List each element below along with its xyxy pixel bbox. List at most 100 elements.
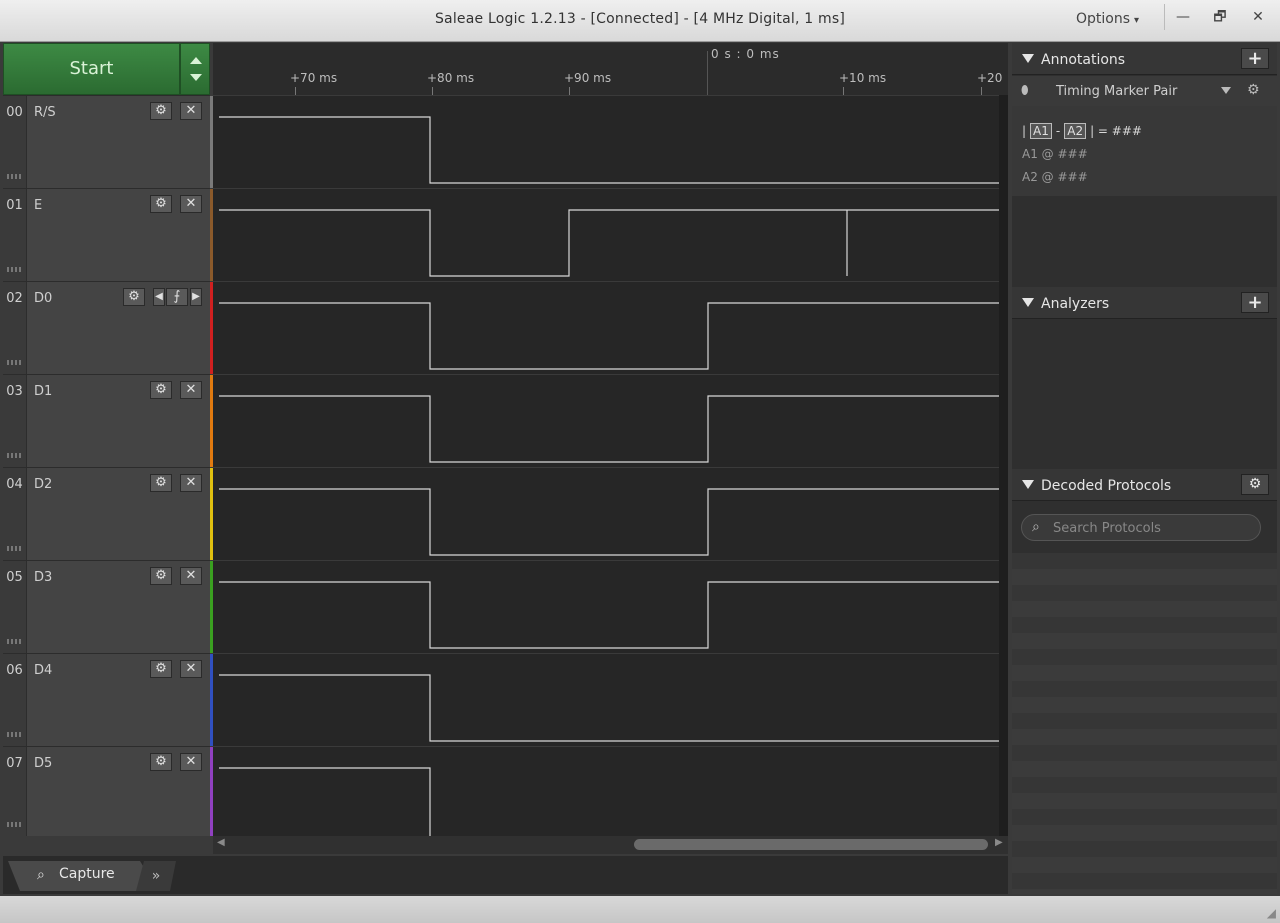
waveform-row[interactable] xyxy=(213,95,999,188)
channel-row[interactable]: 01 E ⚙ ✕ xyxy=(3,188,214,281)
channel-settings-button[interactable]: ⚙ xyxy=(150,474,172,492)
signal-trace xyxy=(219,116,999,184)
waveform-row[interactable] xyxy=(213,374,999,467)
channel-settings-button[interactable]: ⚙ xyxy=(150,102,172,120)
waveform-row[interactable] xyxy=(213,746,999,837)
add-annotation-button[interactable]: + xyxy=(1241,48,1269,69)
waveform-row[interactable] xyxy=(213,281,999,374)
waveform-row[interactable] xyxy=(213,560,999,653)
trigger-edge-button[interactable]: ⨍ xyxy=(166,288,188,306)
channel-name[interactable]: R/S xyxy=(34,105,56,120)
analyzers-header[interactable]: Analyzers + xyxy=(1012,287,1277,319)
channel-settings-button[interactable]: ⚙ xyxy=(123,288,145,306)
start-options-button[interactable] xyxy=(180,43,210,95)
channel-remove-button[interactable]: ✕ xyxy=(180,195,202,213)
start-button[interactable]: Start xyxy=(3,43,180,95)
scroll-left-icon[interactable]: ◀ xyxy=(217,837,225,848)
title-bar: Saleae Logic 1.2.13 - [Connected] - [4 M… xyxy=(0,0,1280,42)
channel-settings-button[interactable]: ⚙ xyxy=(150,753,172,771)
channel-row[interactable]: 06 D4 ⚙ ✕ xyxy=(3,653,214,746)
analyzers-title: Analyzers xyxy=(1041,296,1110,312)
a2-value: A2 @ ### xyxy=(1022,170,1088,184)
delta-line: | A1- A2 | = ### xyxy=(1022,123,1142,139)
channel-settings-button[interactable]: ⚙ xyxy=(150,381,172,399)
signal-trace xyxy=(219,674,999,742)
decoded-protocol-list[interactable] xyxy=(1012,553,1277,894)
channel-remove-button[interactable]: ✕ xyxy=(180,660,202,678)
a1-tag[interactable]: A1 xyxy=(1030,123,1052,139)
channel-row[interactable]: 05 D3 ⚙ ✕ xyxy=(3,560,214,653)
channel-remove-button[interactable]: ✕ xyxy=(180,474,202,492)
dropdown-icon[interactable] xyxy=(1221,87,1231,94)
prev-edge-button[interactable]: ◀ xyxy=(153,288,165,306)
resize-grip-icon[interactable]: ◢ xyxy=(1267,906,1276,920)
channel-remove-button[interactable]: ✕ xyxy=(180,381,202,399)
waveform-view[interactable]: 0 s : 0 ms +70 ms +80 ms +90 ms +10 ms +… xyxy=(213,43,1008,837)
waveform-row[interactable] xyxy=(213,653,999,746)
drag-handle-icon[interactable] xyxy=(7,267,21,272)
time-ruler[interactable]: 0 s : 0 ms +70 ms +80 ms +90 ms +10 ms +… xyxy=(213,43,1008,96)
channel-remove-button[interactable]: ✕ xyxy=(180,567,202,585)
annotations-title: Annotations xyxy=(1041,52,1126,68)
annotation-body: | A1- A2 | = ### A1 @ ### A2 @ ### xyxy=(1012,106,1277,196)
channel-name[interactable]: D0 xyxy=(34,291,52,306)
arrow-up-icon xyxy=(190,57,202,64)
a1-value: A1 @ ### xyxy=(1022,147,1088,161)
channel-name[interactable]: D3 xyxy=(34,570,52,585)
waveform-row[interactable] xyxy=(213,467,999,560)
collapse-triangle-icon[interactable] xyxy=(1022,298,1034,307)
channel-name[interactable]: D1 xyxy=(34,384,52,399)
title-divider xyxy=(1164,4,1165,30)
a2-tag[interactable]: A2 xyxy=(1064,123,1087,139)
channel-row[interactable]: 00 R/S ⚙ ✕ xyxy=(3,95,214,188)
channel-row[interactable]: 07 D5 ⚙ ✕ xyxy=(3,746,214,836)
signal-trace xyxy=(219,488,999,556)
channel-remove-button[interactable]: ✕ xyxy=(180,753,202,771)
ruler-tick xyxy=(432,87,433,95)
channel-panel: Start 00 R/S ⚙ ✕ 01 E ⚙ ✕ 02 D0 ⚙ ◀ ⨍ ▶ … xyxy=(3,43,214,836)
channel-name[interactable]: D4 xyxy=(34,663,52,678)
scrollbar-thumb[interactable] xyxy=(634,839,988,850)
vertical-scrollbar[interactable] xyxy=(999,95,1008,836)
drag-handle-icon[interactable] xyxy=(7,546,21,551)
channel-settings-button[interactable]: ⚙ xyxy=(150,567,172,585)
drag-handle-icon[interactable] xyxy=(7,822,21,827)
decoded-settings-button[interactable]: ⚙ xyxy=(1241,474,1269,495)
waveform-row[interactable] xyxy=(213,188,999,281)
options-menu[interactable]: Options ▾ xyxy=(1076,11,1139,27)
ruler-tick-label: +70 ms xyxy=(290,71,338,85)
annotations-header[interactable]: Annotations + xyxy=(1012,43,1277,75)
delta-dash: - xyxy=(1055,124,1061,138)
ruler-tick xyxy=(295,87,296,95)
ruler-tick-label: +90 ms xyxy=(564,71,612,85)
search-protocols-box[interactable]: ⌕ xyxy=(1021,514,1261,541)
channel-name[interactable]: E xyxy=(34,198,42,213)
status-bar: ◢ xyxy=(0,896,1280,923)
add-analyzer-button[interactable]: + xyxy=(1241,292,1269,313)
timing-marker-row[interactable]: ⬮ Timing Marker Pair ⚙ xyxy=(1012,76,1277,106)
channel-row[interactable]: 02 D0 ⚙ ◀ ⨍ ▶ xyxy=(3,281,214,374)
decoded-protocols-header[interactable]: Decoded Protocols ⚙ xyxy=(1012,469,1277,501)
channel-row[interactable]: 04 D2 ⚙ ✕ xyxy=(3,467,214,560)
gear-icon[interactable]: ⚙ xyxy=(1247,82,1260,98)
drag-handle-icon[interactable] xyxy=(7,732,21,737)
channel-name[interactable]: D5 xyxy=(34,756,52,771)
channel-name[interactable]: D2 xyxy=(34,477,52,492)
channel-remove-button[interactable]: ✕ xyxy=(180,102,202,120)
drag-handle-icon[interactable] xyxy=(7,639,21,644)
collapse-triangle-icon[interactable] xyxy=(1022,54,1034,63)
scroll-right-icon[interactable]: ▶ xyxy=(995,837,1003,848)
drag-handle-icon[interactable] xyxy=(7,360,21,365)
minimize-button[interactable]: — xyxy=(1170,6,1196,28)
collapse-triangle-icon[interactable] xyxy=(1022,480,1034,489)
drag-handle-icon[interactable] xyxy=(7,453,21,458)
search-input[interactable] xyxy=(1051,518,1255,539)
channel-settings-button[interactable]: ⚙ xyxy=(150,195,172,213)
next-edge-button[interactable]: ▶ xyxy=(190,288,202,306)
horizontal-scrollbar[interactable]: ◀ ▶ xyxy=(213,836,1008,854)
restore-button[interactable]: 🗗 xyxy=(1207,6,1233,28)
close-window-button[interactable]: ✕ xyxy=(1245,6,1271,28)
channel-settings-button[interactable]: ⚙ xyxy=(150,660,172,678)
drag-handle-icon[interactable] xyxy=(7,174,21,179)
channel-row[interactable]: 03 D1 ⚙ ✕ xyxy=(3,374,214,467)
